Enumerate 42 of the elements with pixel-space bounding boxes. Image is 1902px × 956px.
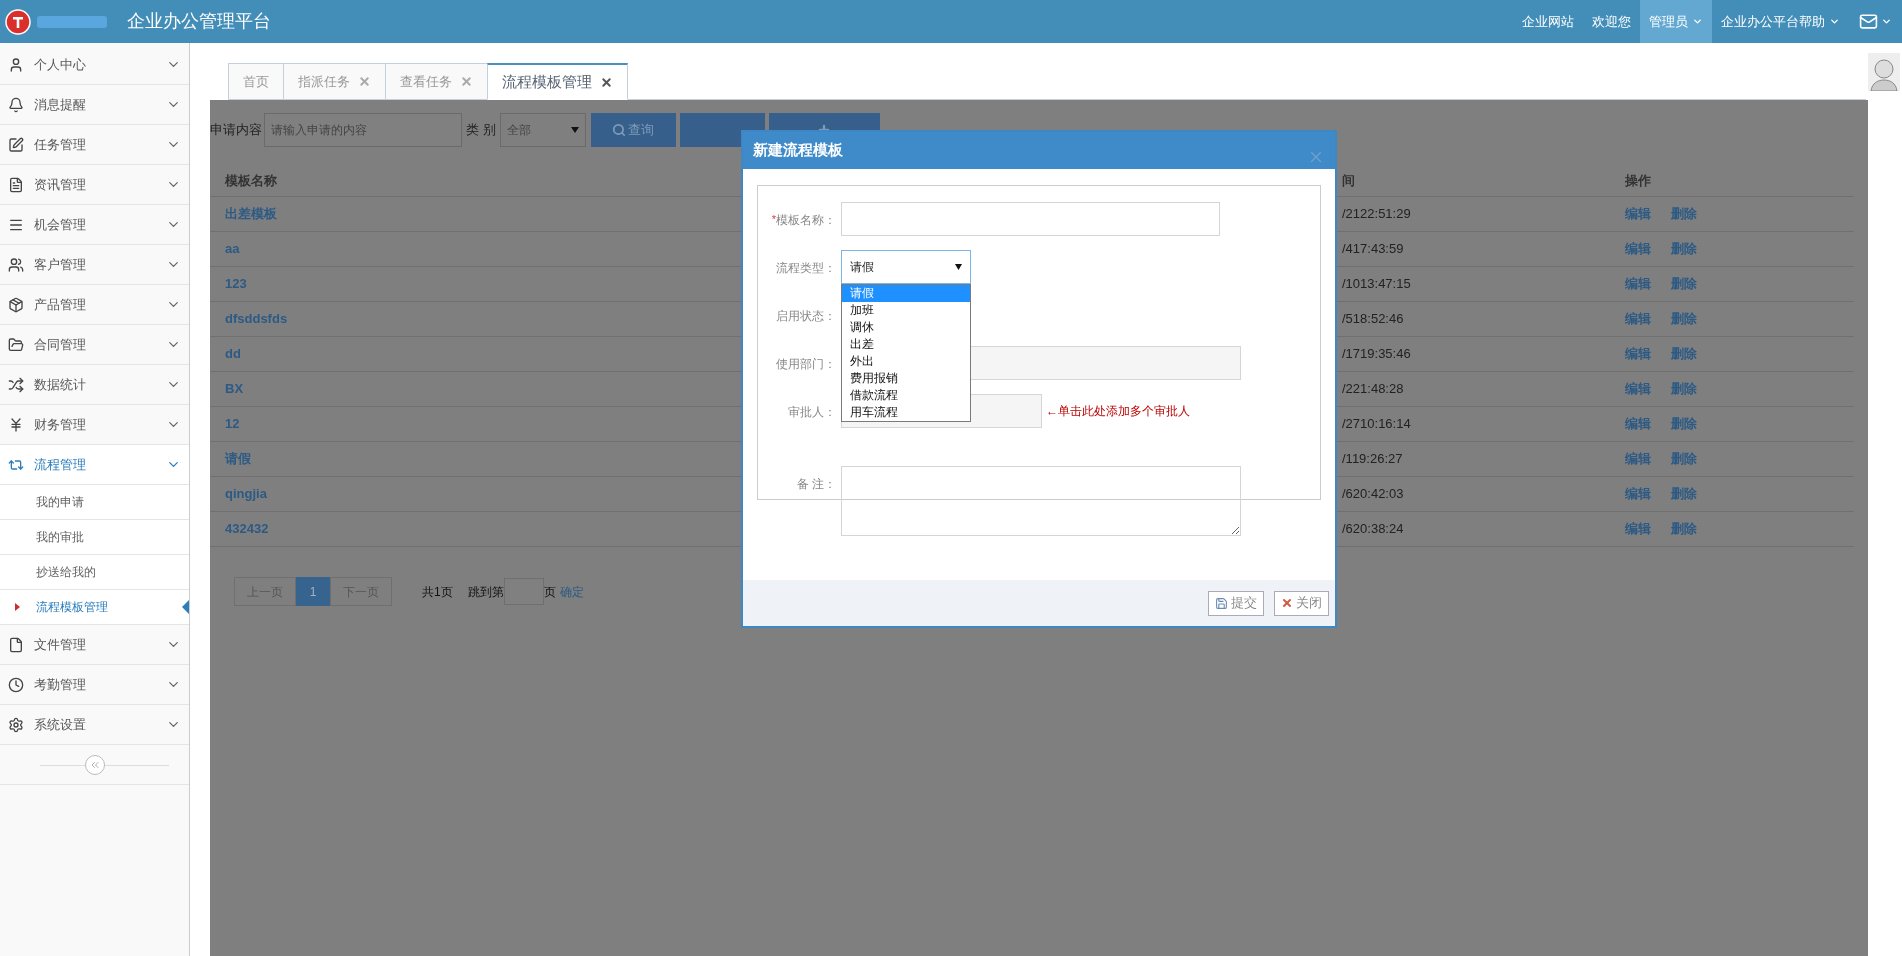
field-label: 审批人： xyxy=(788,404,836,421)
app-title: 企业办公管理平台 xyxy=(127,10,271,33)
time-cell-text: /1013:47:15 xyxy=(1342,275,1411,294)
dialog-title: 新建流程模板 xyxy=(753,140,843,161)
sidebar-label: 考勤管理 xyxy=(34,675,86,694)
sidebar-label: 消息提醒 xyxy=(34,95,86,114)
category-label: 类 别 xyxy=(466,121,496,140)
time-cell-text: /119:26:27 xyxy=(1342,450,1403,469)
field-label: 启用状态： xyxy=(776,308,836,325)
time-cell-text: /417:43:59 xyxy=(1342,240,1404,259)
required-mark: * xyxy=(771,212,776,225)
sidebar-label: 机会管理 xyxy=(34,215,86,234)
sidebar-label: 客户管理 xyxy=(34,255,86,274)
field-label: 流程类型： xyxy=(776,260,836,277)
sidebar-label: 任务管理 xyxy=(34,135,86,154)
sidebar-label: 产品管理 xyxy=(34,295,86,314)
column-header: 模板名称 xyxy=(225,171,277,190)
time-cell-text: /620:38:24 xyxy=(1342,520,1404,539)
sidebar-label: 数据统计 xyxy=(34,375,86,394)
time-cell-text: /2710:16:14 xyxy=(1342,415,1411,434)
sidebar-label: 文件管理 xyxy=(34,635,86,654)
jump-label: 跳到第 xyxy=(467,583,504,601)
sidebar-label: 个人中心 xyxy=(34,55,86,74)
sidebar-label: 系统设置 xyxy=(34,715,86,734)
time-cell-text: /221:48:28 xyxy=(1342,380,1404,399)
search-label: 申请内容 xyxy=(210,121,262,140)
time-cell-text: /2122:51:29 xyxy=(1342,205,1411,224)
sidebar-label: 流程管理 xyxy=(34,455,86,474)
time-cell-text: /518:52:46 xyxy=(1342,310,1404,329)
sidebar-label: 资讯管理 xyxy=(34,175,86,194)
field-label: 使用部门： xyxy=(776,356,836,373)
field-label: 备 注： xyxy=(796,476,836,493)
column-header: 操作 xyxy=(1625,171,1651,190)
column-header: 间 xyxy=(1342,171,1355,190)
sidebar-label: 合同管理 xyxy=(34,335,86,354)
time-cell-text: /620:42:03 xyxy=(1342,485,1404,504)
field-label: 模板名称： xyxy=(776,212,836,229)
sidebar-label: 财务管理 xyxy=(34,415,86,434)
jump-suffix: 页 xyxy=(543,583,556,601)
time-cell-text: /1719:35:46 xyxy=(1342,345,1411,364)
approver-hint: ←单击此处添加多个审批人 xyxy=(1046,403,1190,420)
page-total: 共1页 xyxy=(422,583,453,601)
